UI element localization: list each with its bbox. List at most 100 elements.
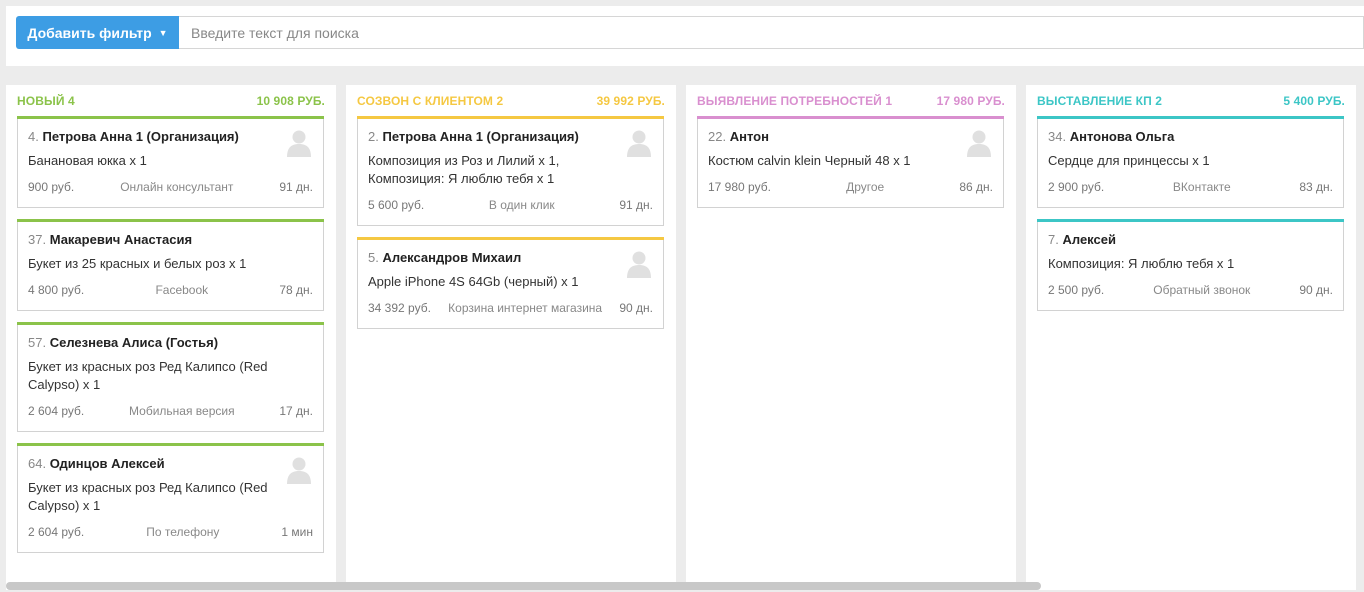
stage-color-bar: [1037, 116, 1344, 119]
deal-products: Композиция: Я люблю тебя x 1: [1048, 256, 1235, 271]
deal-products: Apple iPhone 4S 64Gb (черный) x 1: [368, 274, 579, 289]
column-title[interactable]: СОЗВОН С КЛИЕНТОМ 2: [357, 94, 503, 108]
deal-title[interactable]: 57. Селезнева Алиса (Гостья): [28, 335, 218, 350]
deal-footer: 900 руб. Онлайн консультант 91 дн.: [28, 179, 313, 195]
stage-color-bar: [357, 237, 664, 240]
client-name: Селезнева Алиса (Гостья): [49, 335, 219, 350]
deal-number: 22.: [708, 129, 727, 144]
deal-age: 91 дн.: [619, 198, 653, 212]
avatar-placeholder-icon: [287, 456, 311, 484]
deal-card[interactable]: 57. Селезнева Алиса (Гостья) Букет из кра…: [17, 322, 324, 432]
column-header: ВЫЯВЛЕНИЕ ПОТРЕБНОСТЕЙ 1 17 980 РУБ.: [697, 93, 1005, 109]
deal-number: 7.: [1048, 232, 1059, 247]
client-name: Александров Михаил: [382, 250, 522, 265]
column-title[interactable]: НОВЫЙ 4: [17, 94, 75, 108]
deal-age: 90 дн.: [1299, 283, 1333, 297]
deal-amount: 4 800 руб.: [28, 283, 85, 297]
deal-footer: 2 604 руб. По телефону 1 мин: [28, 524, 313, 540]
deal-title[interactable]: 5. Александров Михаил: [368, 250, 521, 265]
add-filter-button[interactable]: Добавить фильтр ▼: [16, 16, 179, 49]
deal-card[interactable]: 22. Антон Костюм calvin klein Черный 48 x…: [697, 116, 1004, 208]
deal-source: Facebook: [155, 283, 209, 297]
deal-title[interactable]: 37. Макаревич Анастасия: [28, 232, 192, 247]
deal-number: 2.: [368, 129, 379, 144]
deal-source: Корзина интернет магазина: [448, 301, 603, 315]
deal-source: ВКонтакте: [1172, 180, 1231, 194]
add-filter-label: Добавить фильтр: [27, 24, 152, 41]
client-name: Одинцов Алексей: [49, 456, 165, 471]
deal-title[interactable]: 4. Петрова Анна 1 (Организация): [28, 129, 239, 144]
deal-title[interactable]: 2. Петрова Анна 1 (Организация): [368, 129, 579, 144]
column-title[interactable]: ВЫСТАВЛЕНИЕ КП 2: [1037, 94, 1162, 108]
deal-age: 90 дн.: [619, 301, 653, 315]
deal-title[interactable]: 7. Алексей: [1048, 232, 1116, 247]
avatar-placeholder-icon: [287, 129, 311, 157]
deal-card[interactable]: 37. Макаревич Анастасия Букет из 25 красн…: [17, 219, 324, 311]
filter-toolbar: Добавить фильтр ▼: [6, 6, 1364, 66]
deal-card[interactable]: 5. Александров Михаил Apple iPhone 4S 64G…: [357, 237, 664, 329]
client-name: Алексей: [1062, 232, 1116, 247]
client-name: Макаревич Анастасия: [49, 232, 193, 247]
avatar-placeholder-icon: [627, 129, 651, 157]
column-total: 39 992 РУБ.: [596, 94, 665, 108]
column-header: СОЗВОН С КЛИЕНТОМ 2 39 992 РУБ.: [357, 93, 665, 109]
deal-footer: 2 604 руб. Мобильная версия 17 дн.: [28, 403, 313, 419]
deal-number: 34.: [1048, 129, 1067, 144]
deal-title[interactable]: 22. Антон: [708, 129, 769, 144]
stage-color-bar: [17, 443, 324, 446]
deal-source: Онлайн консультант: [120, 180, 234, 194]
horizontal-scrollbar[interactable]: [6, 582, 1041, 590]
pipeline-column: ВЫЯВЛЕНИЕ ПОТРЕБНОСТЕЙ 1 17 980 РУБ. 22. А…: [686, 85, 1016, 590]
client-name: Антон: [729, 129, 769, 144]
deal-amount: 2 604 руб.: [28, 525, 85, 539]
stage-color-bar: [1037, 219, 1344, 222]
deal-number: 5.: [368, 250, 379, 265]
deal-amount: 34 392 руб.: [368, 301, 431, 315]
avatar-placeholder-icon: [627, 250, 651, 278]
deal-number: 37.: [28, 232, 47, 247]
stage-color-bar: [357, 116, 664, 119]
deal-source: Мобильная версия: [129, 404, 235, 418]
deal-card[interactable]: 34. Антонова Ольга Сердце для принцессы x…: [1037, 116, 1344, 208]
deal-age: 91 дн.: [279, 180, 313, 194]
deal-footer: 2 500 руб. Обратный звонок 90 дн.: [1048, 282, 1333, 298]
search-input[interactable]: [179, 16, 1364, 49]
deal-title[interactable]: 34. Антонова Ольга: [1048, 129, 1174, 144]
deal-products: Букет из красных роз Ред Калипсо (Red Ca…: [28, 480, 268, 513]
deal-age: 83 дн.: [1299, 180, 1333, 194]
deal-amount: 2 500 руб.: [1048, 283, 1105, 297]
column-total: 17 980 РУБ.: [936, 94, 1005, 108]
stage-color-bar: [17, 322, 324, 325]
client-name: Антонова Ольга: [1069, 129, 1175, 144]
client-name: Петрова Анна 1 (Организация): [382, 129, 579, 144]
column-header: ВЫСТАВЛЕНИЕ КП 2 5 400 РУБ.: [1037, 93, 1345, 109]
deal-card[interactable]: 2. Петрова Анна 1 (Организация) Композици…: [357, 116, 664, 226]
deal-footer: 2 900 руб. ВКонтакте 83 дн.: [1048, 179, 1333, 195]
avatar-placeholder-icon: [967, 129, 991, 157]
client-name: Петрова Анна 1 (Организация): [42, 129, 239, 144]
deal-age: 78 дн.: [279, 283, 313, 297]
deal-amount: 900 руб.: [28, 180, 75, 194]
deal-amount: 17 980 руб.: [708, 180, 771, 194]
deal-products: Банановая юкка x 1: [28, 153, 147, 168]
deal-footer: 17 980 руб. Другое 86 дн.: [708, 179, 993, 195]
column-title[interactable]: ВЫЯВЛЕНИЕ ПОТРЕБНОСТЕЙ 1: [697, 94, 892, 108]
deal-footer: 34 392 руб. Корзина интернет магазина 90 д…: [368, 300, 653, 316]
caret-down-icon: ▼: [158, 27, 168, 38]
deal-card[interactable]: 64. Одинцов Алексей Букет из красных роз …: [17, 443, 324, 553]
deal-amount: 5 600 руб.: [368, 198, 425, 212]
deal-card[interactable]: 7. Алексей Композиция: Я люблю тебя x 1 2 …: [1037, 219, 1344, 311]
deal-products: Композиция из Роз и Лилий x 1, Композици…: [368, 153, 560, 186]
deal-products: Букет из 25 красных и белых роз x 1: [28, 256, 247, 271]
deal-source: В один клик: [488, 198, 555, 212]
deal-products: Букет из красных роз Ред Калипсо (Red Ca…: [28, 359, 268, 392]
pipeline-column: ВЫСТАВЛЕНИЕ КП 2 5 400 РУБ. 34. Антонова О…: [1026, 85, 1356, 590]
deal-age: 17 дн.: [279, 404, 313, 418]
deal-footer: 5 600 руб. В один клик 91 дн.: [368, 197, 653, 213]
deal-age: 86 дн.: [959, 180, 993, 194]
deal-title[interactable]: 64. Одинцов Алексей: [28, 456, 165, 471]
deal-amount: 2 604 руб.: [28, 404, 85, 418]
deal-number: 57.: [28, 335, 47, 350]
column-total: 10 908 РУБ.: [256, 94, 325, 108]
deal-card[interactable]: 4. Петрова Анна 1 (Организация) Банановая…: [17, 116, 324, 208]
